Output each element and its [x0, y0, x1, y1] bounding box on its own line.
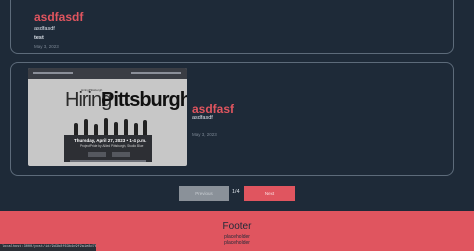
next-button[interactable]: Next	[244, 186, 295, 201]
post-subtitle: asdfasdf	[192, 115, 213, 121]
post-card-2[interactable]: HiringPittsburgh Hiring Pittsburgh Thurs…	[10, 62, 454, 176]
poster-nav-strip	[131, 72, 181, 74]
poster-location-line: ProjectPride by Allied Pittsburgh, Studi…	[80, 144, 144, 148]
post-date: May 3, 2023	[192, 132, 217, 137]
poster-logo-strip	[33, 72, 73, 74]
footer-title: Footer	[222, 221, 252, 232]
browser-status-url: localhost:3000/post/id/9d3b8f63b4c9f2a1e…	[0, 244, 96, 251]
poster-event-line: Thursday, April 27, 2023 • 1-4 p.m.	[74, 138, 147, 143]
poster-header-bar	[28, 68, 187, 79]
post-image: HiringPittsburgh Hiring Pittsburgh Thurs…	[28, 68, 187, 166]
poster-footer-strip	[70, 160, 146, 162]
post-title[interactable]: asdfasf	[192, 102, 234, 116]
previous-button[interactable]: Previous	[179, 186, 229, 201]
post-card-1[interactable]: asdfasdf asdfasdf test May 3, 2023	[10, 0, 454, 54]
poster-button-b	[112, 152, 130, 157]
post-date: May 3, 2023	[34, 44, 59, 49]
post-body: test	[34, 35, 44, 41]
poster-figures	[70, 115, 150, 135]
post-title[interactable]: asdfasdf	[34, 10, 83, 24]
poster-headline-part2: Pittsburgh	[101, 89, 187, 111]
page-indicator: 1/4	[232, 189, 240, 195]
post-subtitle: asdfasdf	[34, 26, 55, 32]
poster-button-a	[88, 152, 106, 157]
